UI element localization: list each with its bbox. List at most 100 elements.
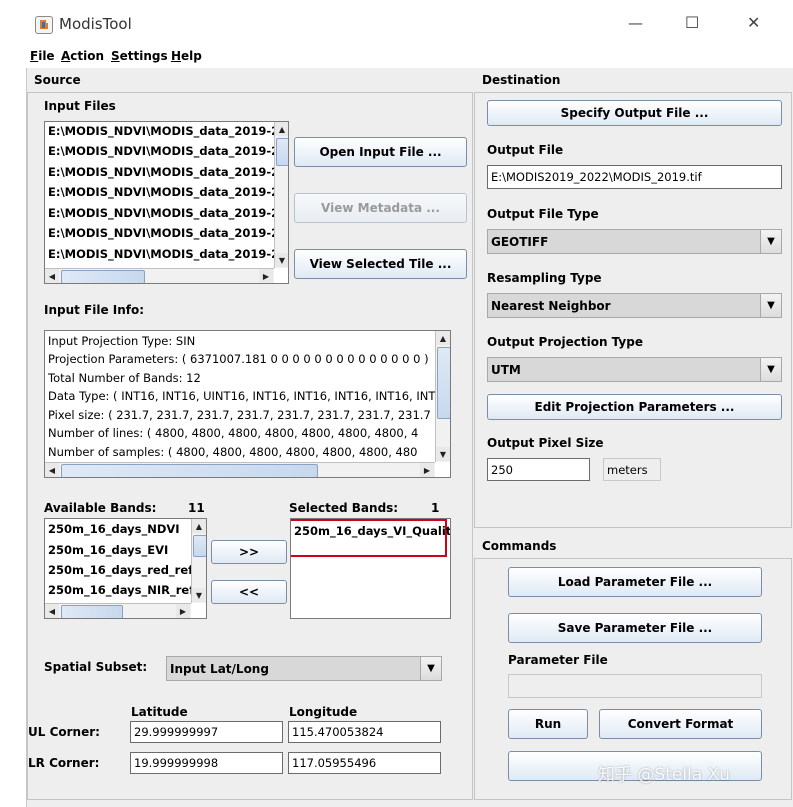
info-line: Projection Parameters: ( 6371007.181 0 0… [48,352,429,366]
input-file-info-box: Input Projection Type: SIN Projection Pa… [44,330,451,478]
resampling-type-value: Nearest Neighbor [491,298,611,313]
menu-file-mnemonic: F [30,49,39,63]
chevron-down-icon[interactable]: ▼ [760,294,781,317]
resampling-type-select[interactable]: Nearest Neighbor ▼ [487,293,782,318]
load-parameter-file-button[interactable]: Load Parameter File ... [508,567,762,597]
menu-file-label: ile [38,49,55,63]
scroll-left-icon[interactable]: ◀ [45,463,59,477]
info-vscrollbar[interactable]: ▲ ▼ [435,331,450,462]
list-item[interactable]: 250m_16_days_NDVI [48,522,180,536]
minimize-button[interactable]: — [628,14,643,32]
scroll-thumb[interactable] [61,605,123,618]
list-item[interactable]: 250m_16_days_VI_Quality [294,524,450,538]
menu-action[interactable]: Action [61,49,104,63]
scroll-thumb[interactable] [61,464,318,477]
chevron-down-icon[interactable]: ▼ [760,230,781,253]
remove-band-button[interactable]: << [211,580,287,604]
selected-bands-label: Selected Bands: [289,501,399,515]
commands-section-title: Commands [482,539,557,553]
menu-settings[interactable]: Settings [111,49,168,63]
menu-help-label: elp [181,49,202,63]
open-input-file-button[interactable]: Open Input File ... [294,137,467,167]
scroll-down-icon[interactable]: ▼ [192,588,206,602]
list-item[interactable]: 250m_16_days_EVI [48,543,168,557]
available-bands-count: 11 [188,501,205,515]
info-hscrollbar[interactable]: ◀ ▶ [45,462,435,477]
ul-latitude-input[interactable]: 29.999999997 [130,721,283,743]
parameter-file-input[interactable] [508,674,762,698]
window-title: ModisTool [59,15,132,33]
lr-longitude-input[interactable]: 117.05955496 [288,752,441,774]
available-bands-list[interactable]: 250m_16_days_NDVI 250m_16_days_EVI 250m_… [44,518,207,619]
scroll-thumb[interactable] [437,347,450,419]
spatial-subset-select[interactable]: Input Lat/Long ▼ [166,656,442,681]
source-section-title: Source [34,73,81,87]
info-line: Total Number of Bands: 12 [48,371,201,385]
output-file-type-value: GEOTIFF [491,234,549,249]
list-item[interactable]: E:\MODIS_NDVI\MODIS_data_2019-2022 [48,165,288,179]
scroll-left-icon[interactable]: ◀ [45,604,59,618]
chevron-down-icon[interactable]: ▼ [420,657,441,680]
output-file-type-label: Output File Type [487,207,599,221]
specify-output-file-button[interactable]: Specify Output File ... [487,100,782,126]
scroll-right-icon[interactable]: ▶ [176,604,190,618]
parameter-file-label: Parameter File [508,653,608,667]
menu-file[interactable]: File [30,49,55,63]
view-selected-tile-button[interactable]: View Selected Tile ... [294,249,467,279]
scroll-thumb[interactable] [61,270,145,283]
destination-section-title: Destination [482,73,561,87]
output-file-input[interactable]: E:\MODIS2019_2022\MODIS_2019.tif [487,165,782,189]
close-button[interactable]: ✕ [747,13,760,32]
info-line: Input Projection Type: SIN [48,334,196,348]
bands-hscrollbar[interactable]: ◀ ▶ [45,603,191,618]
view-metadata-button[interactable]: View Metadata ... [294,193,467,223]
input-files-hscrollbar[interactable]: ◀ ▶ [45,268,274,283]
scroll-thumb[interactable] [276,138,288,166]
output-file-type-select[interactable]: GEOTIFF ▼ [487,229,782,254]
scroll-left-icon[interactable]: ◀ [45,269,59,283]
resampling-type-label: Resampling Type [487,271,602,285]
scroll-up-icon[interactable]: ▲ [192,519,206,533]
output-pixel-size-input[interactable]: 250 [487,458,590,481]
list-item[interactable]: E:\MODIS_NDVI\MODIS_data_2019-2022 [48,124,288,138]
spatial-subset-value: Input Lat/Long [170,661,269,676]
output-projection-type-select[interactable]: UTM ▼ [487,357,782,382]
scroll-right-icon[interactable]: ▶ [259,269,273,283]
scroll-down-icon[interactable]: ▼ [436,447,450,461]
info-line: Data Type: ( INT16, INT16, UINT16, INT16… [48,389,451,403]
list-item[interactable]: E:\MODIS_NDVI\MODIS_data_2019-2022 [48,185,288,199]
menu-help[interactable]: Help [171,49,202,63]
scroll-down-icon[interactable]: ▼ [275,253,288,267]
menu-settings-mnemonic: S [111,49,120,63]
scroll-thumb[interactable] [193,535,206,557]
ul-longitude-input[interactable]: 115.470053824 [288,721,441,743]
maximize-button[interactable]: ☐ [685,13,699,32]
list-item[interactable]: E:\MODIS_NDVI\MODIS_data_2019-2022 [48,247,288,261]
run-button[interactable]: Run [508,709,588,739]
scroll-up-icon[interactable]: ▲ [275,122,288,136]
scroll-right-icon[interactable]: ▶ [420,463,434,477]
list-item[interactable]: E:\MODIS_NDVI\MODIS_data_2019-2022 [48,144,288,158]
pixel-size-unit: meters [603,458,661,481]
bands-vscrollbar[interactable]: ▲ ▼ [191,519,206,603]
save-parameter-file-button[interactable]: Save Parameter File ... [508,613,762,643]
output-projection-type-label: Output Projection Type [487,335,643,349]
chevron-down-icon[interactable]: ▼ [760,358,781,381]
input-files-list[interactable]: E:\MODIS_NDVI\MODIS_data_2019-2022 E:\MO… [44,121,289,284]
latitude-label: Latitude [131,705,188,719]
selected-bands-list[interactable]: 250m_16_days_VI_Quality [290,518,451,619]
ul-corner-label: UL Corner: [28,725,100,739]
input-file-info-label: Input File Info: [44,303,145,317]
list-item[interactable]: 250m_16_days_NIR_reflectance [48,583,206,597]
info-line: Number of samples: ( 4800, 4800, 4800, 4… [48,445,418,459]
lr-latitude-input[interactable]: 19.999999998 [130,752,283,774]
list-item[interactable]: E:\MODIS_NDVI\MODIS_data_2019-2022 [48,206,288,220]
scroll-up-icon[interactable]: ▲ [436,331,450,345]
input-files-vscrollbar[interactable]: ▲ ▼ [274,122,288,268]
list-item[interactable]: 250m_16_days_red_reflectance [48,563,206,577]
convert-format-button[interactable]: Convert Format [599,709,762,739]
list-item[interactable]: E:\MODIS_NDVI\MODIS_data_2019-2022 [48,226,288,240]
edit-projection-parameters-button[interactable]: Edit Projection Parameters ... [487,394,782,420]
add-band-button[interactable]: >> [211,540,287,564]
menu-settings-label: ettings [119,49,168,63]
